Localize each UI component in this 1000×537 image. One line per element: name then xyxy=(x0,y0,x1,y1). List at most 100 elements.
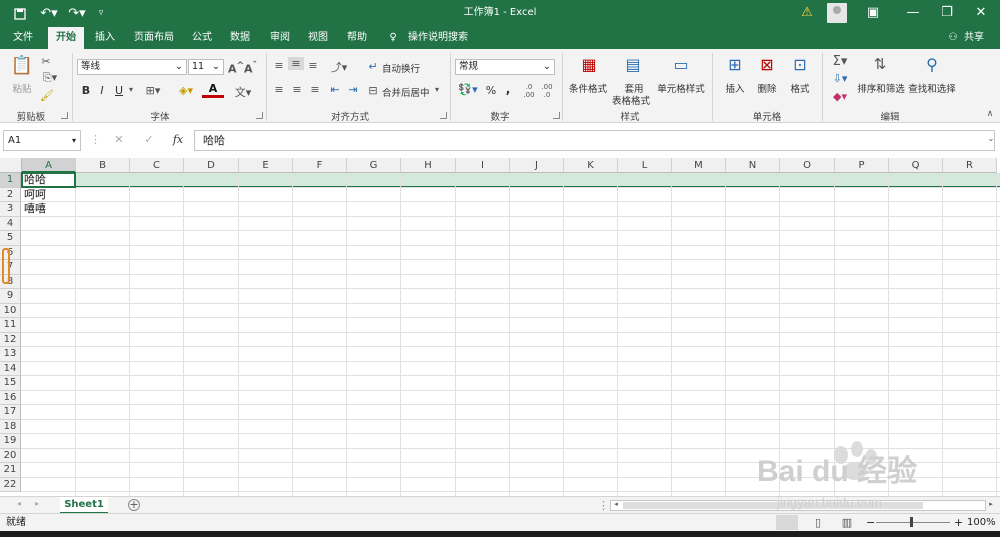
percent-button[interactable]: % xyxy=(484,84,498,97)
row-header-4[interactable]: 4 xyxy=(0,216,21,231)
increase-font-icon[interactable]: A^ xyxy=(228,60,244,76)
column-header-k[interactable]: K xyxy=(564,158,618,173)
restore-button[interactable]: ❐ xyxy=(930,0,964,27)
chevron-down-icon[interactable]: ▾ xyxy=(432,85,442,94)
font-color-icon[interactable]: A xyxy=(202,83,224,98)
currency-icon[interactable]: 💱▾ xyxy=(457,83,479,96)
name-box[interactable]: A1 ▾ xyxy=(3,130,81,151)
autosum-icon[interactable]: Σ▾ xyxy=(830,54,850,69)
number-format-select[interactable]: 常规 ⌄ xyxy=(455,59,555,75)
cell-styles-icon[interactable]: ▭ xyxy=(670,55,692,77)
row-header-20[interactable]: 20 xyxy=(0,448,21,463)
sort-filter-button[interactable]: 排序和筛选 xyxy=(856,81,906,95)
column-header-n[interactable]: N xyxy=(726,158,780,173)
font-size-select[interactable]: 11 ⌄ xyxy=(188,59,224,75)
row-header-18[interactable]: 18 xyxy=(0,419,21,434)
column-header-p[interactable]: P xyxy=(835,158,889,173)
formula-input[interactable]: 哈哈 xyxy=(194,130,995,151)
row-header-16[interactable]: 16 xyxy=(0,390,21,405)
italic-button[interactable]: I xyxy=(97,84,107,97)
wrap-text-button[interactable]: 自动换行 xyxy=(382,61,432,75)
bold-button[interactable]: B xyxy=(80,84,92,97)
font-name-select[interactable]: 等线 ⌄ xyxy=(77,59,187,75)
conditional-formatting-icon[interactable]: ▦ xyxy=(578,55,600,77)
cell-styles-button[interactable]: 单元格样式 xyxy=(656,81,706,95)
column-header-o[interactable]: O xyxy=(780,158,835,173)
column-header-m[interactable]: M xyxy=(672,158,726,173)
delete-cells-button[interactable]: 删除 xyxy=(754,81,780,95)
collapse-ribbon-icon[interactable]: ∧ xyxy=(984,109,996,119)
drag-handle-icon[interactable]: ⋮ xyxy=(598,499,609,512)
normal-view-icon[interactable] xyxy=(776,515,798,530)
select-all-corner[interactable] xyxy=(0,158,22,173)
row-header-21[interactable]: 21 xyxy=(0,463,21,478)
conditional-formatting-button[interactable]: 条件格式 xyxy=(566,81,610,95)
cell-a2[interactable]: 呵呵 xyxy=(22,188,46,202)
copy-icon[interactable]: ⎘▾ xyxy=(40,71,60,85)
page-break-view-icon[interactable]: ▥ xyxy=(840,514,854,531)
tab-view[interactable]: 视图 xyxy=(302,27,334,49)
close-button[interactable]: ✕ xyxy=(964,0,998,27)
decrease-font-icon[interactable]: Aˇ xyxy=(244,60,257,76)
format-as-table-line2[interactable]: 表格格式 xyxy=(606,93,656,107)
align-bottom-icon[interactable]: ≡ xyxy=(306,59,320,72)
fill-color-icon[interactable]: ◈▾ xyxy=(175,84,197,97)
orientation-icon[interactable]: ⤴▾ xyxy=(328,59,350,75)
column-header-h[interactable]: H xyxy=(401,158,456,173)
row-header-10[interactable]: 10 xyxy=(0,303,21,318)
row-header-14[interactable]: 14 xyxy=(0,361,21,376)
tab-help[interactable]: 帮助 xyxy=(341,27,373,49)
chevron-down-icon[interactable]: ▾ xyxy=(126,85,136,94)
ribbon-display-options-icon[interactable]: ▣ xyxy=(856,0,890,27)
row-header-13[interactable]: 13 xyxy=(0,347,21,362)
find-select-button[interactable]: 查找和选择 xyxy=(906,81,958,95)
scroll-left-icon[interactable]: ◂ xyxy=(612,500,620,508)
align-top-icon[interactable]: ≡ xyxy=(272,59,286,72)
clipboard-launcher-icon[interactable] xyxy=(61,112,68,119)
paste-icon[interactable]: 📋 xyxy=(10,55,34,77)
column-header-f[interactable]: F xyxy=(293,158,347,173)
tab-data[interactable]: 数据 xyxy=(224,27,256,49)
format-cells-icon[interactable]: ⊡ xyxy=(790,55,810,77)
row-header-3[interactable]: 3 xyxy=(0,202,21,217)
sort-filter-icon[interactable]: ⇅ xyxy=(868,55,892,77)
save-icon[interactable] xyxy=(8,0,32,27)
redo-icon[interactable]: ↷▾ xyxy=(64,0,90,27)
align-right-icon[interactable]: ≡ xyxy=(308,83,322,96)
sheet-tab-sheet1[interactable]: Sheet1 xyxy=(60,497,108,514)
tab-insert[interactable]: 插入 xyxy=(88,27,122,49)
customize-quick-access-icon[interactable]: ▿ xyxy=(94,0,108,27)
tab-file[interactable]: 文件 xyxy=(6,27,40,49)
cut-icon[interactable]: ✂ xyxy=(40,55,52,68)
worksheet-grid[interactable]: ABCDEFGHIJKLMNOPQR 1 2 3 4 5 6 7 8 9 10 11 12 13 14 15… xyxy=(0,158,1000,496)
scroll-right-icon[interactable]: ▸ xyxy=(986,500,996,508)
insert-cells-icon[interactable]: ⊞ xyxy=(725,55,745,77)
row-header-9[interactable]: 9 xyxy=(0,289,21,304)
row-header-11[interactable]: 11 xyxy=(0,318,21,333)
format-as-table-icon[interactable]: ▤ xyxy=(622,55,644,77)
font-launcher-icon[interactable] xyxy=(256,112,263,119)
row-header-17[interactable]: 17 xyxy=(0,405,21,420)
zoom-slider[interactable] xyxy=(876,522,950,523)
row-header-22[interactable]: 22 xyxy=(0,477,21,492)
tab-page-layout[interactable]: 页面布局 xyxy=(128,27,180,49)
align-left-icon[interactable]: ≡ xyxy=(272,83,286,96)
row-header-15[interactable]: 15 xyxy=(0,376,21,391)
zoom-out-button[interactable]: − xyxy=(866,514,875,531)
page-layout-view-icon[interactable]: ▯ xyxy=(811,514,825,531)
cell-a1[interactable]: 哈哈 xyxy=(22,173,46,187)
zoom-level[interactable]: 100% xyxy=(967,514,996,531)
column-header-q[interactable]: Q xyxy=(889,158,943,173)
undo-icon[interactable]: ↶▾ xyxy=(36,0,62,27)
next-sheet-icon[interactable]: ▸ xyxy=(32,499,42,508)
increase-decimal-icon[interactable]: .0.00 xyxy=(522,83,536,99)
alignment-launcher-icon[interactable] xyxy=(440,112,447,119)
tell-me-search[interactable]: 操作说明搜索 xyxy=(406,27,470,49)
zoom-slider-thumb[interactable] xyxy=(910,517,913,527)
underline-button[interactable]: U xyxy=(113,84,125,97)
cell-a3[interactable]: 嘻嘻 xyxy=(22,202,46,216)
insert-function-button[interactable]: fx xyxy=(170,133,186,146)
tab-formulas[interactable]: 公式 xyxy=(186,27,218,49)
column-header-a[interactable]: A xyxy=(22,158,76,173)
phonetic-icon[interactable]: 文▾ xyxy=(232,84,254,100)
